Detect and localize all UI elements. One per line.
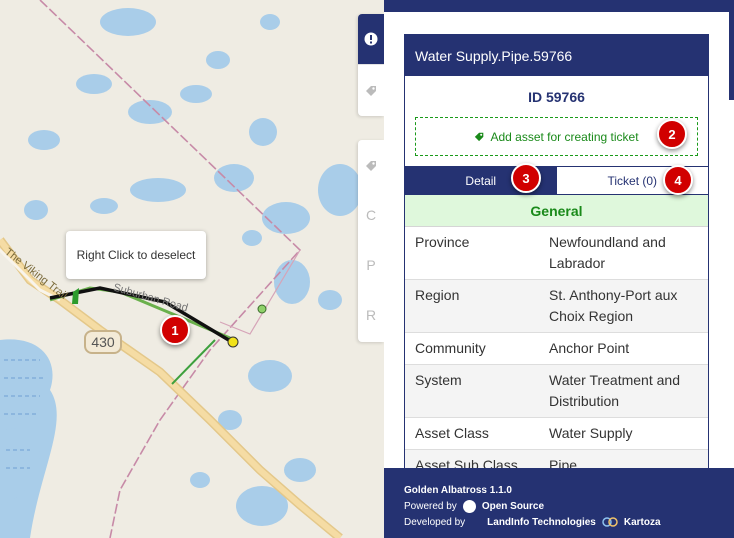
row-key: Asset Class (415, 425, 489, 441)
landinfo-link[interactable]: LandInfo Technologies (487, 517, 596, 528)
tag-icon (475, 132, 484, 142)
row-key: Community (415, 340, 486, 356)
step-badge-4: 4 (663, 165, 693, 195)
tool-p-button[interactable]: P (358, 240, 384, 290)
route-shield: 430 (84, 330, 122, 354)
tool-r-button[interactable]: R (358, 290, 384, 340)
asset-id: ID 59766 (528, 89, 585, 105)
developed-by-label: Developed by (404, 516, 466, 528)
table-row: Province Newfoundland and Labrador (405, 227, 708, 280)
row-value: Water Supply (549, 425, 633, 441)
alert-icon[interactable] (358, 14, 384, 64)
panel-scroll-indicator[interactable] (729, 12, 734, 100)
table-row: Asset Sub Class Pipe (405, 450, 708, 468)
section-general: General (405, 195, 708, 227)
table-row: Asset Class Water Supply (405, 418, 708, 450)
tag-icon[interactable] (358, 65, 384, 115)
asset-card: Water Supply.Pipe.59766 ID 59766 Add ass… (404, 34, 709, 468)
kartoza-logo-icon (602, 517, 618, 527)
row-value: St. Anthony-Port aux Choix Region (549, 287, 678, 324)
app-version: Golden Albatross 1.1.0 (404, 484, 512, 496)
open-source-link[interactable]: Open Source (482, 501, 544, 512)
tag-icon[interactable] (358, 140, 384, 190)
row-value: Anchor Point (549, 340, 630, 356)
row-value: Pipe (549, 457, 578, 468)
row-value: Water Treatment and Distribution (549, 372, 680, 409)
tool-strip-lower: C P R (358, 140, 384, 342)
powered-by-label: Powered by (404, 500, 457, 512)
table-row: System Water Treatment and Distribution (405, 365, 708, 418)
landinfo-logo-icon (471, 517, 481, 527)
asset-panel: Water Supply.Pipe.59766 ID 59766 Add ass… (384, 0, 734, 538)
tool-c-button[interactable]: C (358, 190, 384, 240)
add-asset-button[interactable]: Add asset for creating ticket (415, 117, 698, 156)
step-badge-1: 1 (160, 315, 190, 345)
tool-strip-upper (358, 14, 384, 116)
footer: Golden Albatross 1.1.0 Powered by Open S… (384, 468, 734, 538)
row-key: System (415, 372, 462, 388)
row-value: Newfoundland and Labrador (549, 234, 666, 271)
map-view[interactable]: 430 The Viking Trail Suburban Road Right… (0, 0, 384, 538)
github-icon (462, 499, 476, 513)
deselect-tooltip: Right Click to deselect (66, 231, 206, 279)
row-key: Province (415, 234, 470, 250)
asset-title: Water Supply.Pipe.59766 (405, 35, 708, 76)
panel-top-bar (384, 0, 734, 12)
row-key: Region (415, 287, 460, 303)
step-badge-2: 2 (657, 119, 687, 149)
step-badge-3: 3 (511, 163, 541, 193)
table-row: Community Anchor Point (405, 333, 708, 365)
kartoza-link[interactable]: Kartoza (624, 517, 661, 528)
add-asset-label: Add asset for creating ticket (490, 129, 639, 144)
table-row: Region St. Anthony-Port aux Choix Region (405, 280, 708, 333)
row-key: Asset Sub Class (415, 457, 518, 468)
